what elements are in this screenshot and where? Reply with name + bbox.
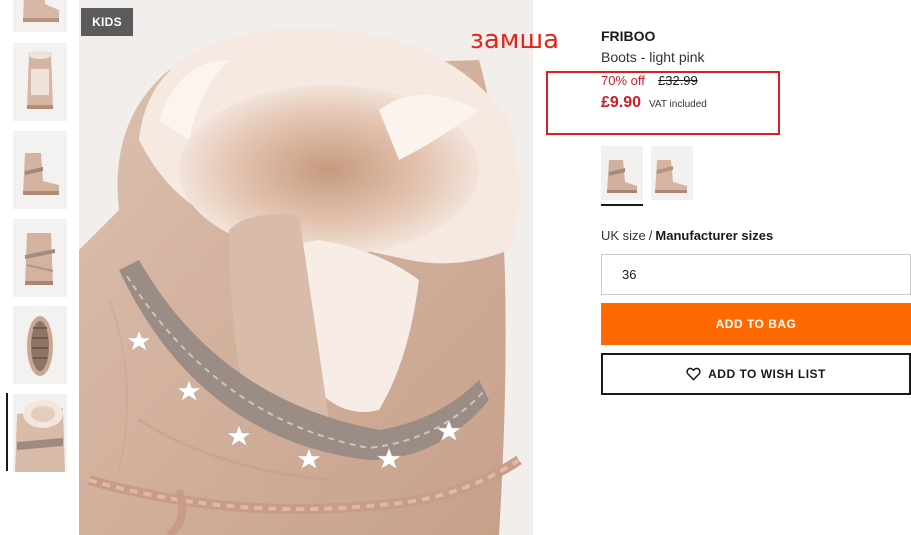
thumbnail-boot-front[interactable] bbox=[13, 131, 67, 209]
add-to-wishlist-button[interactable]: ADD TO WISH LIST bbox=[601, 353, 911, 395]
thumbnail-strip bbox=[0, 0, 75, 535]
sale-price: £9.90 bbox=[601, 94, 642, 111]
add-to-wishlist-label: ADD TO WISH LIST bbox=[708, 367, 826, 381]
add-to-bag-button[interactable]: ADD TO BAG bbox=[601, 303, 911, 345]
brand-name[interactable]: FRIBOO bbox=[601, 28, 655, 44]
thumbnail-boot-side[interactable] bbox=[13, 0, 67, 32]
vat-note: VAT included bbox=[649, 99, 707, 110]
boot-fur-closeup-icon bbox=[13, 394, 67, 472]
thumbnail-boot-fur-closeup[interactable] bbox=[13, 394, 67, 472]
discount-label: 70% off bbox=[601, 73, 645, 88]
original-price: £32.99 bbox=[658, 73, 698, 88]
swatch-selected-indicator bbox=[601, 204, 643, 206]
kids-badge: KIDS bbox=[81, 8, 133, 36]
boot-sole-icon bbox=[13, 306, 67, 384]
boot-side-icon bbox=[13, 0, 67, 32]
size-label-manufacturer[interactable]: Manufacturer sizes bbox=[655, 228, 773, 243]
boot-back-icon bbox=[13, 219, 67, 297]
boot-front-icon bbox=[13, 131, 67, 209]
main-product-image[interactable] bbox=[79, 0, 533, 535]
size-select[interactable] bbox=[601, 254, 911, 295]
boot-swatch-icon bbox=[651, 146, 693, 200]
heart-icon bbox=[686, 367, 701, 381]
annotation-text: замша bbox=[470, 25, 560, 55]
thumbnail-boot-open[interactable] bbox=[13, 43, 67, 121]
size-label-uk[interactable]: UK size bbox=[601, 228, 646, 243]
size-label: UK size / Manufacturer sizes bbox=[601, 228, 773, 243]
thumbnail-boot-sole[interactable] bbox=[13, 306, 67, 384]
color-swatch-1[interactable] bbox=[601, 146, 643, 200]
thumbnail-selected-indicator bbox=[6, 393, 8, 471]
product-name: Boots - light pink bbox=[601, 49, 705, 65]
thumbnail-boot-back[interactable] bbox=[13, 219, 67, 297]
size-label-separator: / bbox=[648, 228, 653, 243]
boot-open-icon bbox=[13, 43, 67, 121]
color-swatch-2[interactable] bbox=[651, 146, 693, 200]
boot-fur-closeup-image bbox=[79, 0, 533, 535]
boot-swatch-icon bbox=[601, 146, 643, 200]
